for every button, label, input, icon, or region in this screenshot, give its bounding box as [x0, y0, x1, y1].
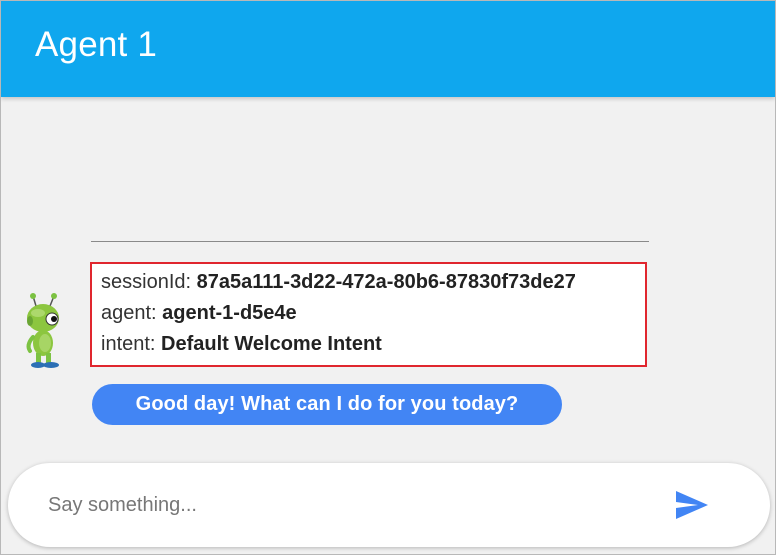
agent-value: agent-1-d5e4e	[162, 302, 297, 324]
intent-row: intent: Default Welcome Intent	[101, 333, 382, 356]
bot-avatar-icon	[21, 291, 69, 371]
message-composer	[8, 463, 770, 547]
session-id-row: sessionId: 87a5a111-3d22-472a-80b6-87830…	[101, 271, 576, 294]
agent-title: Agent 1	[35, 25, 158, 64]
send-icon	[676, 491, 708, 519]
intent-label: intent:	[101, 333, 156, 355]
agent-label: agent:	[101, 302, 157, 324]
app-header: Agent 1	[1, 1, 775, 97]
session-id-value: 87a5a111-3d22-472a-80b6-87830f73de27	[196, 271, 576, 293]
bot-message-bubble: Good day! What can I do for you today?	[92, 384, 562, 425]
message-divider	[91, 241, 649, 242]
session-id-label: sessionId:	[101, 271, 192, 293]
agent-row: agent: agent-1-d5e4e	[101, 302, 297, 325]
message-input[interactable]	[48, 485, 648, 525]
intent-value: Default Welcome Intent	[161, 333, 382, 355]
session-info-card: sessionId: 87a5a111-3d22-472a-80b6-87830…	[90, 262, 647, 367]
send-button[interactable]	[672, 487, 712, 523]
chat-window: Agent 1 sessionId: 87a5a111-3d22-472a-80…	[0, 0, 776, 555]
